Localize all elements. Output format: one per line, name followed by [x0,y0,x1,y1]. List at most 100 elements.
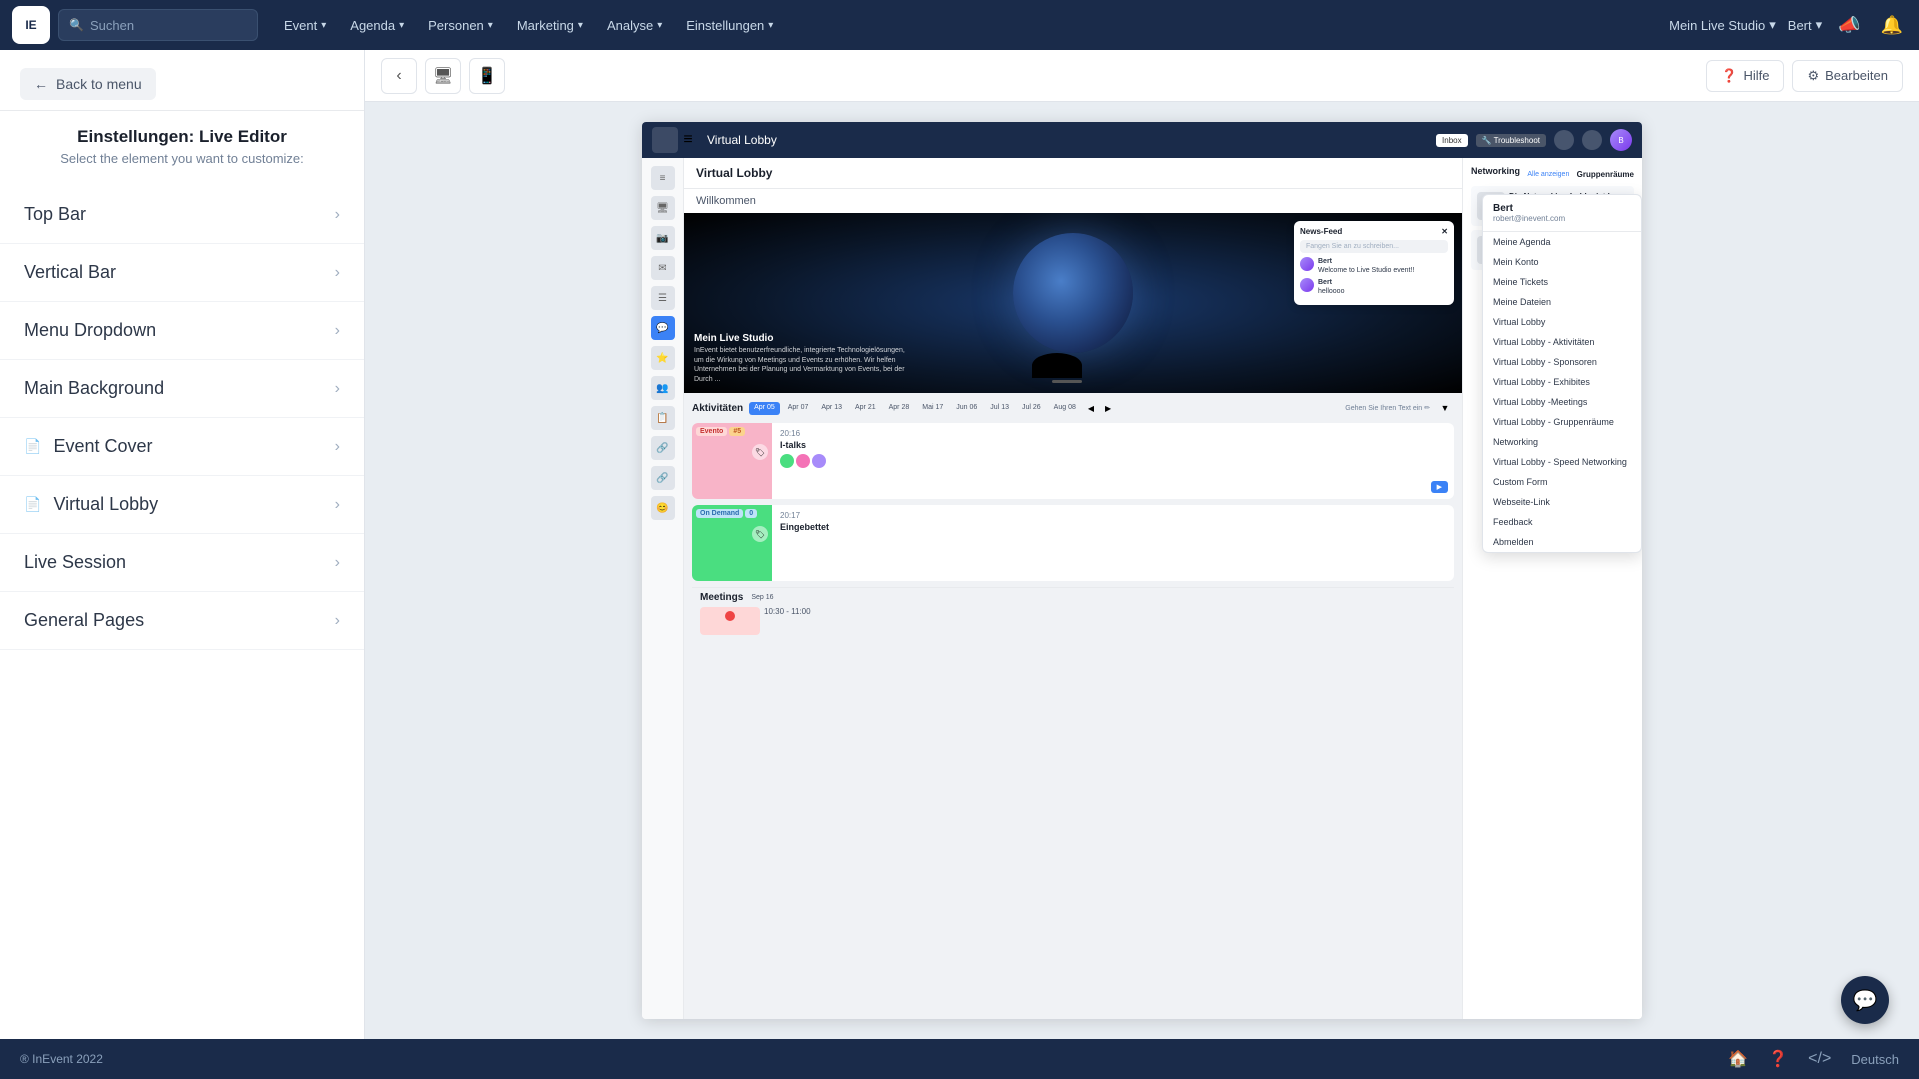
act-tab-3[interactable]: Apr 13 [816,402,847,415]
alle-anzeigen-link[interactable]: Alle anzeigen [1527,171,1569,178]
back-arrow-icon: ← [34,76,48,92]
preview-welcome: Willkommen [684,189,1462,213]
preview-sidebar-icon-10[interactable]: 🔗 [651,436,675,460]
activity-thumb-2: On Demand 0 🏷 [692,505,772,581]
chat-widget-button[interactable]: 💬 [1841,976,1889,1024]
dropdown-virtual-lobby-exhibites[interactable]: Virtual Lobby - Exhibites [1483,372,1641,392]
nav-search-box[interactable]: 🔍 Suchen [58,9,258,41]
badge-5: #5 [729,427,745,436]
news-feed-close-icon[interactable]: ✕ [1441,227,1448,236]
footer-language[interactable]: Deutsch [1851,1052,1899,1067]
nav-marketing[interactable]: Marketing ▾ [507,12,593,39]
back-button[interactable]: ‹ [381,58,417,94]
act-tab-9[interactable]: Jul 26 [1017,402,1046,415]
preview-inbox-tab[interactable]: Inbox [1436,134,1468,147]
sidebar-item-virtual-lobby[interactable]: 📄 Virtual Lobby › [0,476,364,534]
back-to-menu-button[interactable]: ← Back to menu [20,68,156,100]
sidebar-back-section: ← Back to menu [0,50,364,111]
megaphone-icon[interactable]: 📣 [1834,11,1864,40]
dropdown-virtual-lobby-gruppenraume[interactable]: Virtual Lobby - Gruppenräume [1483,412,1641,432]
nav-einstellungen[interactable]: Einstellungen ▾ [676,12,783,39]
act-tab-7[interactable]: Jun 06 [951,402,982,415]
live-session-label: Live Session [24,552,126,573]
dropdown-feedback[interactable]: Feedback [1483,512,1641,532]
preview-sidebar-icon-3[interactable]: 📷 [651,226,675,250]
preview-sidebar-icon-1[interactable]: ≡ [651,166,675,190]
nav-agenda[interactable]: Agenda ▾ [340,12,414,39]
preview-sidebar-icon-7[interactable]: ⭐ [651,346,675,370]
act-tab-active[interactable]: Apr 05 [749,402,780,415]
act-tab-2[interactable]: Apr 07 [783,402,814,415]
dropdown-virtual-lobby-meetings[interactable]: Virtual Lobby -Meetings [1483,392,1641,412]
nav-personen[interactable]: Personen ▾ [418,12,503,39]
nav-bert[interactable]: Bert ▾ [1788,17,1822,33]
preview-sidebar-icon-9[interactable]: 📋 [651,406,675,430]
act-tab-nav-prev[interactable]: ◀ [1084,402,1098,415]
edit-button[interactable]: ⚙ Bearbeiten [1792,60,1903,92]
dropdown-networking[interactable]: Networking [1483,432,1641,452]
preview-user-avatar[interactable]: B [1610,129,1632,151]
dropdown-webseite-link[interactable]: Webseite-Link [1483,492,1641,512]
sidebar-item-event-cover[interactable]: 📄 Event Cover › [0,418,364,476]
nav-analyse[interactable]: Analyse ▾ [597,12,672,39]
act-tab-nav-next[interactable]: ▶ [1101,402,1115,415]
badge-on-demand: On Demand [696,509,743,518]
mobile-view-button[interactable]: 📱 [469,58,505,94]
footer-home-icon[interactable]: 🏠 [1728,1049,1748,1069]
act-tab-10[interactable]: Aug 08 [1049,402,1081,415]
sidebar-item-top-bar[interactable]: Top Bar › [0,186,364,244]
preview-wrapper: ≡ Virtual Lobby Inbox 🔧Troubleshoot B [365,102,1919,1039]
dropdown-virtual-lobby[interactable]: Virtual Lobby [1483,312,1641,332]
preview-sidebar-icon-2[interactable]: 🖥 [651,196,675,220]
dropdown-virtual-lobby-aktivitaten[interactable]: Virtual Lobby - Aktivitäten [1483,332,1641,352]
act-tab-5[interactable]: Apr 28 [884,402,915,415]
preview-left-sidebar: ≡ 🖥 📷 ✉ ☰ 💬 ⭐ 👥 📋 🔗 🔗 😊 [642,158,684,1019]
act-tab-4[interactable]: Apr 21 [850,402,881,415]
preview-sidebar-icon-4[interactable]: ✉ [651,256,675,280]
preview-sidebar-icon-5[interactable]: ☰ [651,286,675,310]
sidebar-item-live-session[interactable]: Live Session › [0,534,364,592]
notification-bell-icon[interactable]: 🔔 [1877,11,1907,40]
preview-virtual-lobby-title: Virtual Lobby [696,166,772,180]
join-button-1[interactable]: ▶ [1431,481,1448,493]
act-filter-icon[interactable]: ▼ [1436,399,1454,417]
help-button[interactable]: ❓ Hilfe [1706,60,1784,92]
dropdown-meine-tickets[interactable]: Meine Tickets [1483,272,1641,292]
news-message-2: Bert helloooo [1300,278,1448,296]
act-tab-6[interactable]: Mai 17 [917,402,948,415]
right-panel-header: Networking Alle anzeigen Gruppenräume [1471,166,1634,182]
meetings-date-badge: Sep 16 [747,593,777,602]
dropdown-abmelden[interactable]: Abmelden [1483,532,1641,552]
preview-troubleshoot-tab[interactable]: 🔧Troubleshoot [1476,134,1546,147]
preview-sidebar-icon-6[interactable]: 💬 [651,316,675,340]
desktop-view-button[interactable]: 🖥 [425,58,461,94]
event-cover-chevron-icon: › [335,438,340,456]
virtual-lobby-chevron-icon: › [335,496,340,514]
act-tab-8[interactable]: Jul 13 [985,402,1014,415]
sidebar-item-menu-dropdown[interactable]: Menu Dropdown › [0,302,364,360]
edit-icon: ⚙ [1807,68,1819,84]
dropdown-custom-form[interactable]: Custom Form [1483,472,1641,492]
dropdown-speed-networking[interactable]: Virtual Lobby - Speed Networking [1483,452,1641,472]
nav-live-studio[interactable]: Mein Live Studio ▾ [1669,17,1776,33]
act-card-1-name: I-talks [780,440,1417,450]
preview-sidebar-icon-11[interactable]: 🔗 [651,466,675,490]
dropdown-mein-konto[interactable]: Mein Konto [1483,252,1641,272]
sidebar-item-main-background[interactable]: Main Background › [0,360,364,418]
dropdown-virtual-lobby-sponsoren[interactable]: Virtual Lobby - Sponsoren [1483,352,1641,372]
meetings-header: Meetings Sep 16 [700,592,1446,603]
act-avatar-3 [812,454,826,468]
card-2-tag-icon: 🏷 [752,526,768,542]
nav-logo: IE [12,6,50,44]
act-card-1-time: 20:16 [780,429,1417,438]
dropdown-meine-agenda[interactable]: Meine Agenda [1483,232,1641,252]
footer-code-icon[interactable]: </> [1808,1050,1831,1068]
nav-event[interactable]: Event ▾ [274,12,336,39]
sidebar-item-vertical-bar[interactable]: Vertical Bar › [0,244,364,302]
preview-sidebar-icon-8[interactable]: 👥 [651,376,675,400]
news-feed-input[interactable]: Fangen Sie an zu schreiben... [1300,240,1448,253]
preview-sidebar-icon-12[interactable]: 😊 [651,496,675,520]
footer-help-icon[interactable]: ❓ [1768,1049,1788,1069]
sidebar-item-general-pages[interactable]: General Pages › [0,592,364,650]
dropdown-meine-dateien[interactable]: Meine Dateien [1483,292,1641,312]
